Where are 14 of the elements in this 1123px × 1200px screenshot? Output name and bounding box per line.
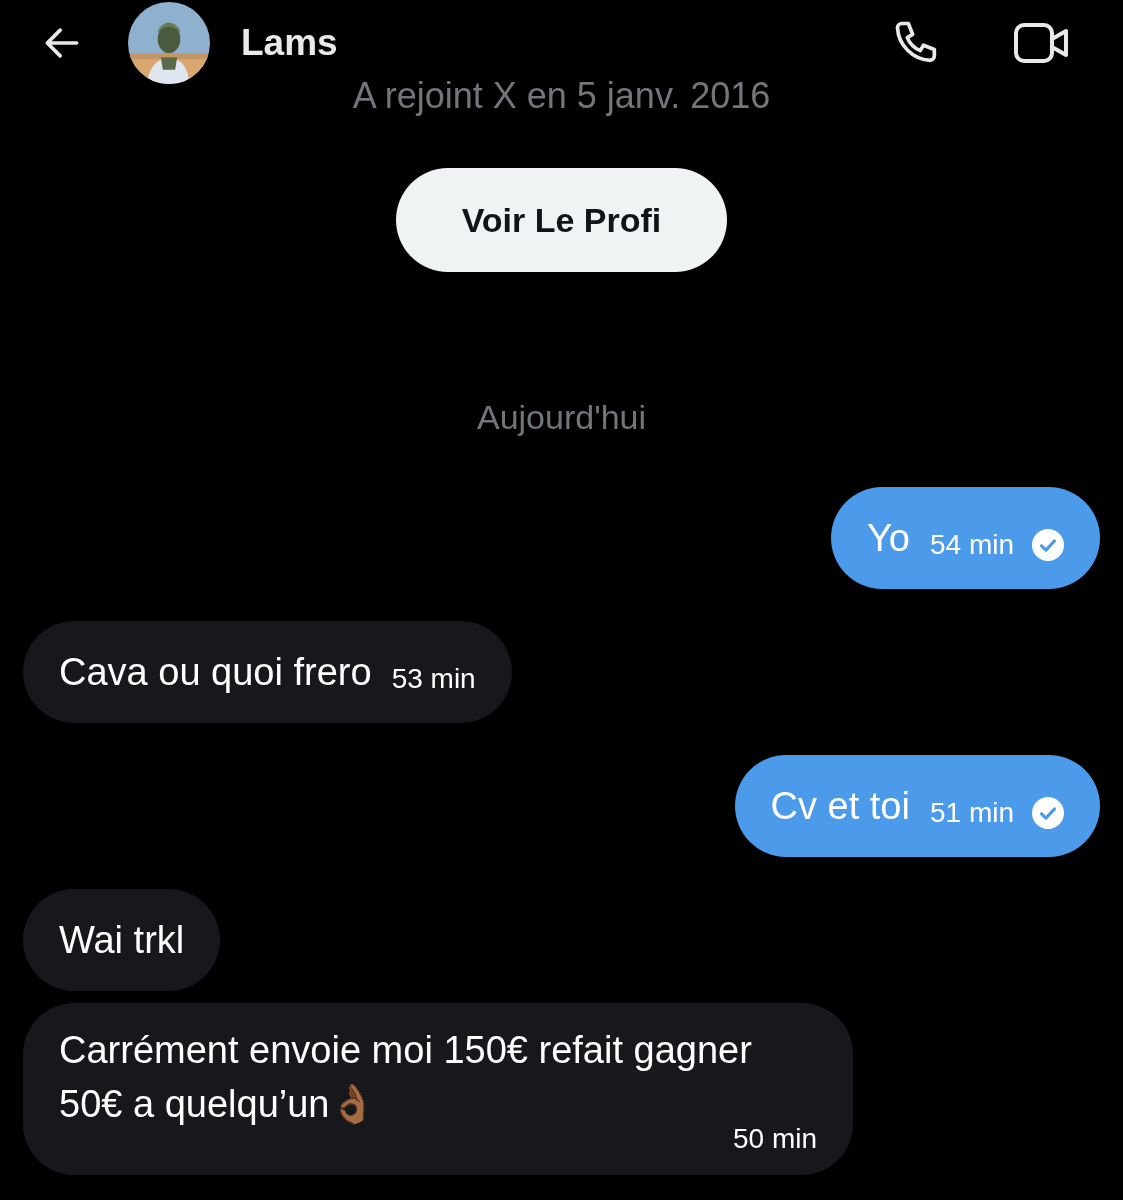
message-time: 51 min bbox=[929, 796, 1014, 830]
video-camera-icon[interactable] bbox=[1013, 21, 1069, 65]
contact-name: Lams bbox=[241, 22, 339, 64]
joined-date: A rejoint X en 5 janv. 2016 bbox=[351, 76, 772, 116]
view-profile-button[interactable]: Voir Le Profi bbox=[396, 168, 727, 272]
message-text: Cv et toi bbox=[770, 784, 910, 829]
message-text: Wai trkl bbox=[59, 918, 185, 963]
check-icon bbox=[1032, 797, 1064, 829]
message-text: Yo bbox=[866, 516, 910, 561]
message-time: 53 min bbox=[391, 662, 476, 696]
message-time: 54 min bbox=[929, 528, 1014, 562]
day-separator: Aujourd'hui bbox=[475, 398, 648, 437]
message-text: Cava ou quoi frero bbox=[59, 650, 372, 695]
check-icon bbox=[1032, 529, 1064, 561]
